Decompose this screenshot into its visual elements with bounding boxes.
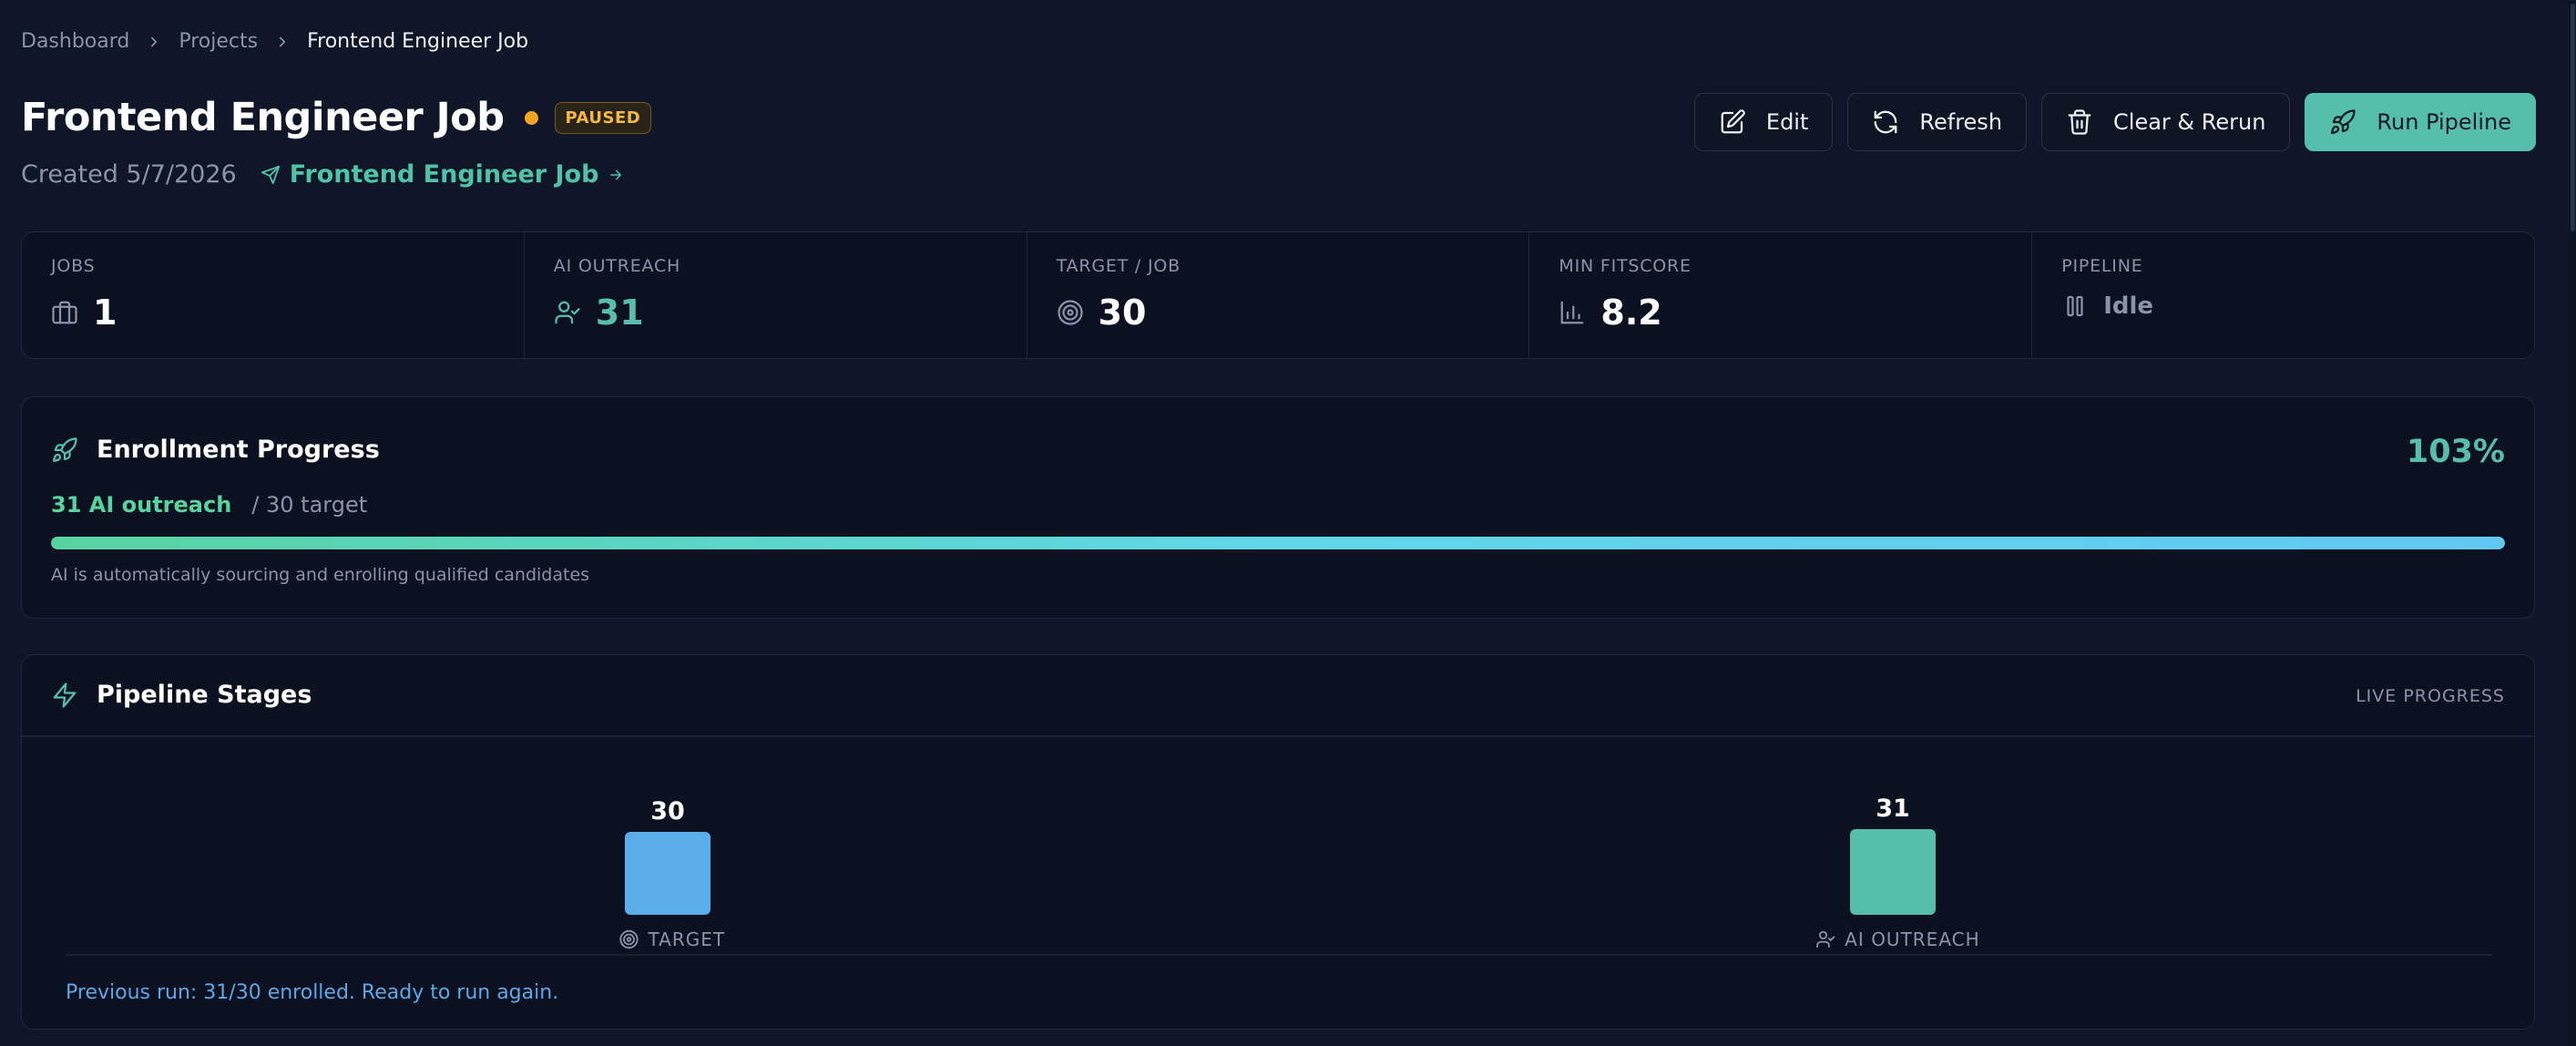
previous-run-status: Previous run: 31/30 enrolled. Ready to r…: [66, 981, 559, 1004]
clear-rerun-button-label: Clear & Rerun: [2113, 109, 2266, 135]
pipeline-divider: [22, 735, 2534, 737]
enrollment-header: Enrollment Progress: [51, 436, 380, 464]
target-icon: [1057, 300, 1083, 325]
briefcase-icon: [52, 301, 77, 324]
chevron-right-icon: [280, 36, 286, 46]
enrollment-counts: 31 AI outreach / 30 target: [51, 492, 367, 518]
enrollment-progress-bar: [51, 537, 2505, 549]
toolbar: Edit Refresh Clear & Rerun Run Pipeline: [1693, 93, 2536, 151]
edit-icon: [1721, 109, 1745, 134]
stage-category-label: AI OUTREACH: [1845, 928, 1979, 950]
pipeline-stage-chart: 30 TARGET 31 AI OUTREACH: [619, 795, 1979, 950]
status-dot: [524, 110, 538, 125]
chevron-right-icon: [151, 36, 158, 46]
stat-label: MIN FITSCORE: [1559, 256, 1692, 276]
edit-button-label: Edit: [1765, 109, 1809, 135]
stage-value-label: 31: [1876, 795, 1910, 823]
refresh-button[interactable]: Refresh: [1847, 93, 2028, 151]
refresh-button-label: Refresh: [1919, 109, 2003, 135]
run-pipeline-button-label: Run Pipeline: [2377, 109, 2511, 135]
stat-jobs: JOBS 1: [22, 232, 525, 358]
rocket-icon: [2331, 109, 2356, 134]
status-badge: PAUSED: [554, 101, 652, 134]
stat-target-per-job: TARGET / JOB 30: [1027, 232, 1530, 358]
pipeline-bottom-divider: [66, 954, 2492, 956]
enrollment-progress-fill: [51, 537, 2505, 549]
user-check-icon: [555, 301, 580, 324]
stage-bar: [625, 832, 710, 915]
stat-pipeline: PIPELINE Idle: [2032, 232, 2534, 358]
rocket-icon: [53, 436, 77, 462]
bar-chart-icon: [1561, 301, 1584, 324]
arrow-right-icon: [610, 169, 622, 179]
stat-value: 31: [595, 292, 644, 333]
enrollment-caption: AI is automatically sourcing and enrolli…: [51, 565, 590, 585]
refresh-icon: [1875, 110, 1897, 134]
run-pipeline-button[interactable]: Run Pipeline: [2305, 93, 2536, 151]
pipeline-stages-card: Pipeline Stages LIVE PROGRESS 30 TARGET 31…: [21, 654, 2535, 1030]
page-title: Frontend Engineer Job: [21, 95, 505, 140]
stage-value-label: 30: [650, 797, 685, 826]
stat-ai-outreach: AI OUTREACH 31: [525, 232, 1027, 358]
breadcrumb: Dashboard Projects Frontend Engineer Job: [21, 30, 528, 53]
job-link-label: Frontend Engineer Job: [289, 160, 599, 189]
breadcrumb-current: Frontend Engineer Job: [307, 30, 529, 53]
clear-rerun-button[interactable]: Clear & Rerun: [2041, 93, 2291, 151]
live-progress-label: LIVE PROGRESS: [2356, 686, 2505, 706]
title-row: Frontend Engineer Job PAUSED: [21, 95, 652, 140]
pipeline-header: Pipeline Stages: [51, 681, 312, 709]
pipeline-title: Pipeline Stages: [97, 681, 312, 709]
trash-icon: [2068, 109, 2091, 135]
enrollment-percent: 103%: [2406, 434, 2505, 470]
target-icon: [619, 929, 639, 949]
breadcrumb-projects[interactable]: Projects: [179, 30, 258, 53]
scrollbar-track[interactable]: [2569, 0, 2576, 1046]
stat-min-fitscore: MIN FITSCORE 8.2: [1529, 232, 2033, 358]
stage-category-label: TARGET: [648, 928, 726, 950]
edit-button[interactable]: Edit: [1693, 93, 1834, 151]
stat-label: AI OUTREACH: [553, 256, 681, 276]
pause-icon: [2067, 295, 2083, 317]
created-date: Created 5/7/2026: [21, 160, 237, 189]
enrollment-card: Enrollment Progress 103% 31 AI outreach …: [21, 396, 2535, 619]
lightning-icon: [53, 682, 77, 708]
breadcrumb-dashboard[interactable]: Dashboard: [21, 30, 129, 53]
stat-value: 30: [1098, 292, 1147, 333]
scrollbar-thumb[interactable]: [2571, 4, 2575, 231]
stat-label: PIPELINE: [2061, 256, 2143, 276]
stats-panel: JOBS 1 AI OUTREACH 31 TARGET / JOB 30 MI…: [21, 231, 2535, 359]
send-icon: [261, 165, 280, 184]
stat-label: TARGET / JOB: [1056, 256, 1181, 276]
subline: Created 5/7/2026 Frontend Engineer Job: [21, 160, 624, 189]
stage-bar: [1850, 829, 1936, 915]
stat-value: 1: [93, 292, 118, 333]
user-check-icon: [1816, 930, 1835, 949]
stat-value: Idle: [2103, 292, 2154, 320]
stat-label: JOBS: [51, 256, 96, 276]
target-count: / 30 target: [251, 492, 368, 518]
job-link[interactable]: Frontend Engineer Job: [261, 160, 625, 189]
stat-value: 8.2: [1600, 292, 1662, 333]
enrollment-title: Enrollment Progress: [97, 436, 380, 464]
outreach-count: 31 AI outreach: [51, 492, 232, 518]
